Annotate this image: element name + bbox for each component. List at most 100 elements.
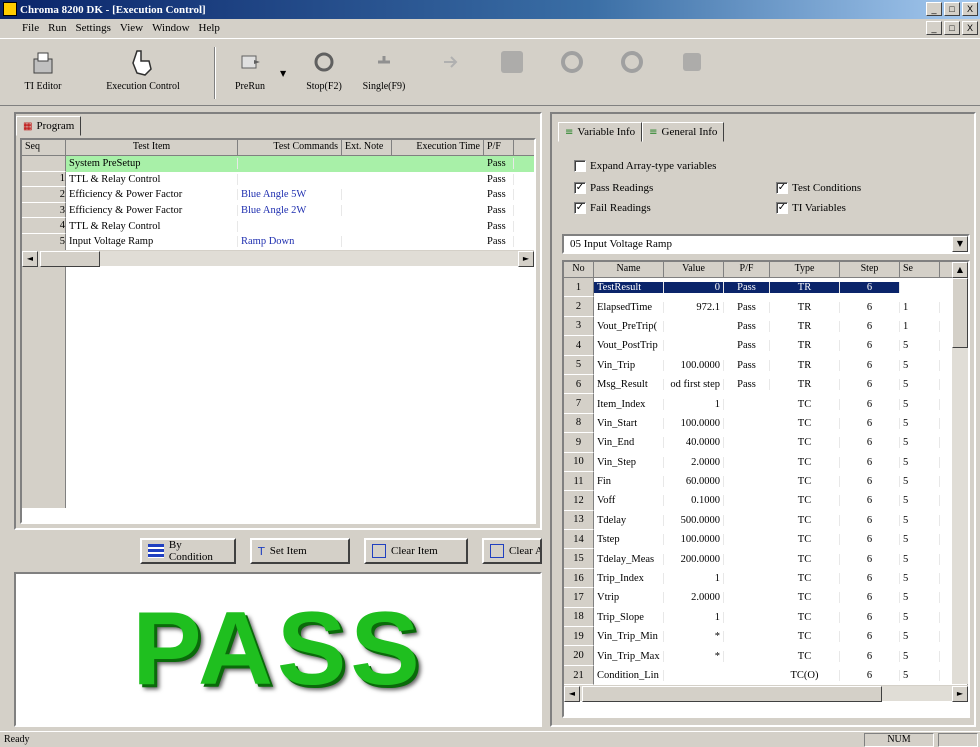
skip-button[interactable]	[434, 43, 466, 103]
execution-control-button[interactable]: Execution Control	[88, 43, 198, 103]
var-scroll-right-icon[interactable]: ►	[952, 686, 968, 703]
table-row[interactable]: 14 Tstep 100.0000 TC 6 5	[564, 530, 968, 550]
table-row[interactable]: 9 Vin_End 40.0000 TC 6 5	[564, 433, 968, 453]
table-row[interactable]: 19 Vin_Trip_Min * TC 6 5	[564, 627, 968, 647]
record-button[interactable]	[556, 43, 588, 103]
expand-array-checkbox[interactable]: Expand Array-type variables	[574, 160, 716, 172]
col-value[interactable]: Value	[664, 262, 724, 277]
col-seq[interactable]: Seq	[22, 140, 66, 155]
table-row[interactable]: 6 Msg_Result od first step Pass TR 6 5	[564, 374, 968, 395]
col-pf[interactable]: P/F	[484, 140, 514, 155]
pass-readings-box[interactable]: ✓	[574, 182, 586, 194]
scroll-up-icon[interactable]: ▲	[952, 262, 968, 278]
cell-seq: 1	[22, 171, 66, 188]
by-condition-button[interactable]: By Condition	[140, 538, 236, 564]
col-var-pf[interactable]: P/F	[724, 262, 770, 277]
table-row[interactable]: 4 Vout_PostTrip Pass TR 6 5	[564, 336, 968, 356]
table-row[interactable]: System PreSetup Pass	[22, 156, 534, 172]
var-hscroll-thumb[interactable]	[582, 686, 882, 703]
cell-pf: Pass	[724, 320, 770, 332]
menu-run[interactable]: Run	[48, 22, 66, 34]
clear-all-button[interactable]: Clear All	[482, 538, 542, 564]
test-conditions-box[interactable]: ✓	[776, 182, 788, 194]
expand-array-box[interactable]	[574, 160, 586, 172]
test-conditions-checkbox[interactable]: ✓ Test Conditions	[776, 182, 861, 194]
prerun-button[interactable]: PreRun	[222, 43, 278, 103]
fail-readings-box[interactable]: ✓	[574, 202, 586, 214]
table-row[interactable]: 5 Input Voltage Ramp Ramp Down Pass	[22, 233, 534, 250]
single-button[interactable]: Single(F9)	[354, 43, 414, 103]
maximize-button[interactable]: □	[944, 2, 960, 16]
var-scroll-left-icon[interactable]: ◄	[564, 686, 580, 703]
clear-item-button[interactable]: Clear Item	[364, 538, 468, 564]
col-test-item[interactable]: Test Item	[66, 140, 238, 155]
ti-editor-button[interactable]: TI Editor	[8, 43, 78, 103]
vscroll-thumb[interactable]	[952, 278, 968, 348]
tab-variable-info[interactable]: ≡ Variable Info	[558, 122, 643, 142]
table-row[interactable]: 3 Efficiency & Power Factor Blue Angle 2W P…	[22, 202, 534, 219]
table-row[interactable]: 16 Trip_Index 1 TC 6 5	[564, 568, 968, 589]
menu-help[interactable]: Help	[199, 22, 220, 34]
variable-hscrollbar[interactable]: ◄ ►	[564, 685, 968, 703]
col-step[interactable]: Step	[840, 262, 900, 277]
table-row[interactable]: 12 Voff 0.1000 TC 6 5	[564, 491, 968, 511]
table-row[interactable]: 21 Condition_Lin TC(O) 6 5	[564, 665, 968, 686]
cell-se: 5	[900, 553, 940, 565]
cell-se: 5	[900, 437, 940, 449]
table-row[interactable]: 11 Fin 60.0000 TC 6 5	[564, 471, 968, 492]
mdi-minimize-button[interactable]: _	[926, 21, 942, 35]
col-se[interactable]: Se	[900, 262, 940, 277]
tab-program[interactable]: ▦ Program	[16, 116, 82, 136]
title-bar: Chroma 8200 DK - [Execution Control]	[0, 0, 980, 19]
table-row[interactable]: 4 TTL & Relay Control Pass	[22, 218, 534, 234]
col-type[interactable]: Type	[770, 262, 840, 277]
step-select[interactable]: 05 Input Voltage Ramp ▼	[562, 234, 970, 254]
scroll-right-icon[interactable]: ►	[518, 250, 534, 267]
report-button[interactable]	[496, 43, 528, 103]
col-name[interactable]: Name	[594, 262, 664, 277]
window-title: Chroma 8200 DK - [Execution Control]	[20, 3, 206, 16]
ti-variables-box[interactable]: ✓	[776, 202, 788, 214]
table-row[interactable]: 2 ElapsedTime 972.1 Pass TR 6 1	[564, 297, 968, 317]
close-button[interactable]: X	[962, 2, 978, 16]
stop-button[interactable]: Stop(F2)	[296, 43, 352, 103]
prerun-dropdown-icon[interactable]: ▼	[280, 69, 286, 78]
ti-variables-checkbox[interactable]: ✓ TI Variables	[776, 202, 846, 214]
mdi-controls: _ □ X	[926, 21, 978, 35]
table-row[interactable]: 20 Vin_Trip_Max * TC 6 5	[564, 646, 968, 666]
chevron-down-icon[interactable]: ▼	[952, 236, 968, 252]
table-row[interactable]: 10 Vin_Step 2.0000 TC 6 5	[564, 452, 968, 472]
table-row[interactable]: 17 Vtrip 2.0000 TC 6 5	[564, 588, 968, 608]
program-hscrollbar[interactable]: ◄ ►	[22, 249, 534, 267]
scroll-thumb[interactable]	[40, 250, 100, 267]
menu-file[interactable]: File	[22, 22, 39, 34]
set-item-button[interactable]: T Set Item	[250, 538, 350, 564]
end-button[interactable]	[676, 43, 708, 103]
pass-readings-checkbox[interactable]: ✓ Pass Readings	[574, 182, 653, 194]
col-ext-note[interactable]: Ext. Note	[342, 140, 392, 155]
pause-button[interactable]	[616, 43, 648, 103]
table-row[interactable]: 1 TestResult 0 Pass TR 6	[564, 278, 968, 298]
col-execution-time[interactable]: Execution Time	[392, 140, 484, 155]
table-row[interactable]: 1 TTL & Relay Control Pass	[22, 171, 534, 188]
scroll-left-icon[interactable]: ◄	[22, 250, 38, 267]
menu-view[interactable]: View	[120, 22, 143, 34]
menu-settings[interactable]: Settings	[75, 22, 110, 34]
menu-window[interactable]: Window	[152, 22, 189, 34]
table-row[interactable]: 3 Vout_PreTrip(Pass TR 6 1	[564, 316, 968, 337]
col-no[interactable]: No	[564, 262, 594, 277]
col-test-commands[interactable]: Test Commands	[238, 140, 342, 155]
table-row[interactable]: 18 Trip_Slope 1 TC 6 5	[564, 607, 968, 628]
table-row[interactable]: 8 Vin_Start 100.0000 TC 6 5	[564, 413, 968, 434]
minimize-button[interactable]: _	[926, 2, 942, 16]
table-row[interactable]: 13 Tdelay 500.0000 TC 6 5	[564, 510, 968, 531]
variable-vscrollbar[interactable]: ▲ ▼	[952, 262, 968, 700]
table-row[interactable]: 15 Tdelay_Meas 200.0000 TC 6 5	[564, 549, 968, 569]
mdi-close-button[interactable]: X	[962, 21, 978, 35]
mdi-restore-button[interactable]: □	[944, 21, 960, 35]
table-row[interactable]: 2 Efficiency & Power Factor Blue Angle 5W P…	[22, 187, 534, 203]
table-row[interactable]: 5 Vin_Trip 100.0000 Pass TR 6 5	[564, 355, 968, 375]
tab-general-info[interactable]: ≡ General Info	[642, 122, 725, 142]
fail-readings-checkbox[interactable]: ✓ Fail Readings	[574, 202, 651, 214]
table-row[interactable]: 7 Item_Index 1 TC 6 5	[564, 394, 968, 414]
